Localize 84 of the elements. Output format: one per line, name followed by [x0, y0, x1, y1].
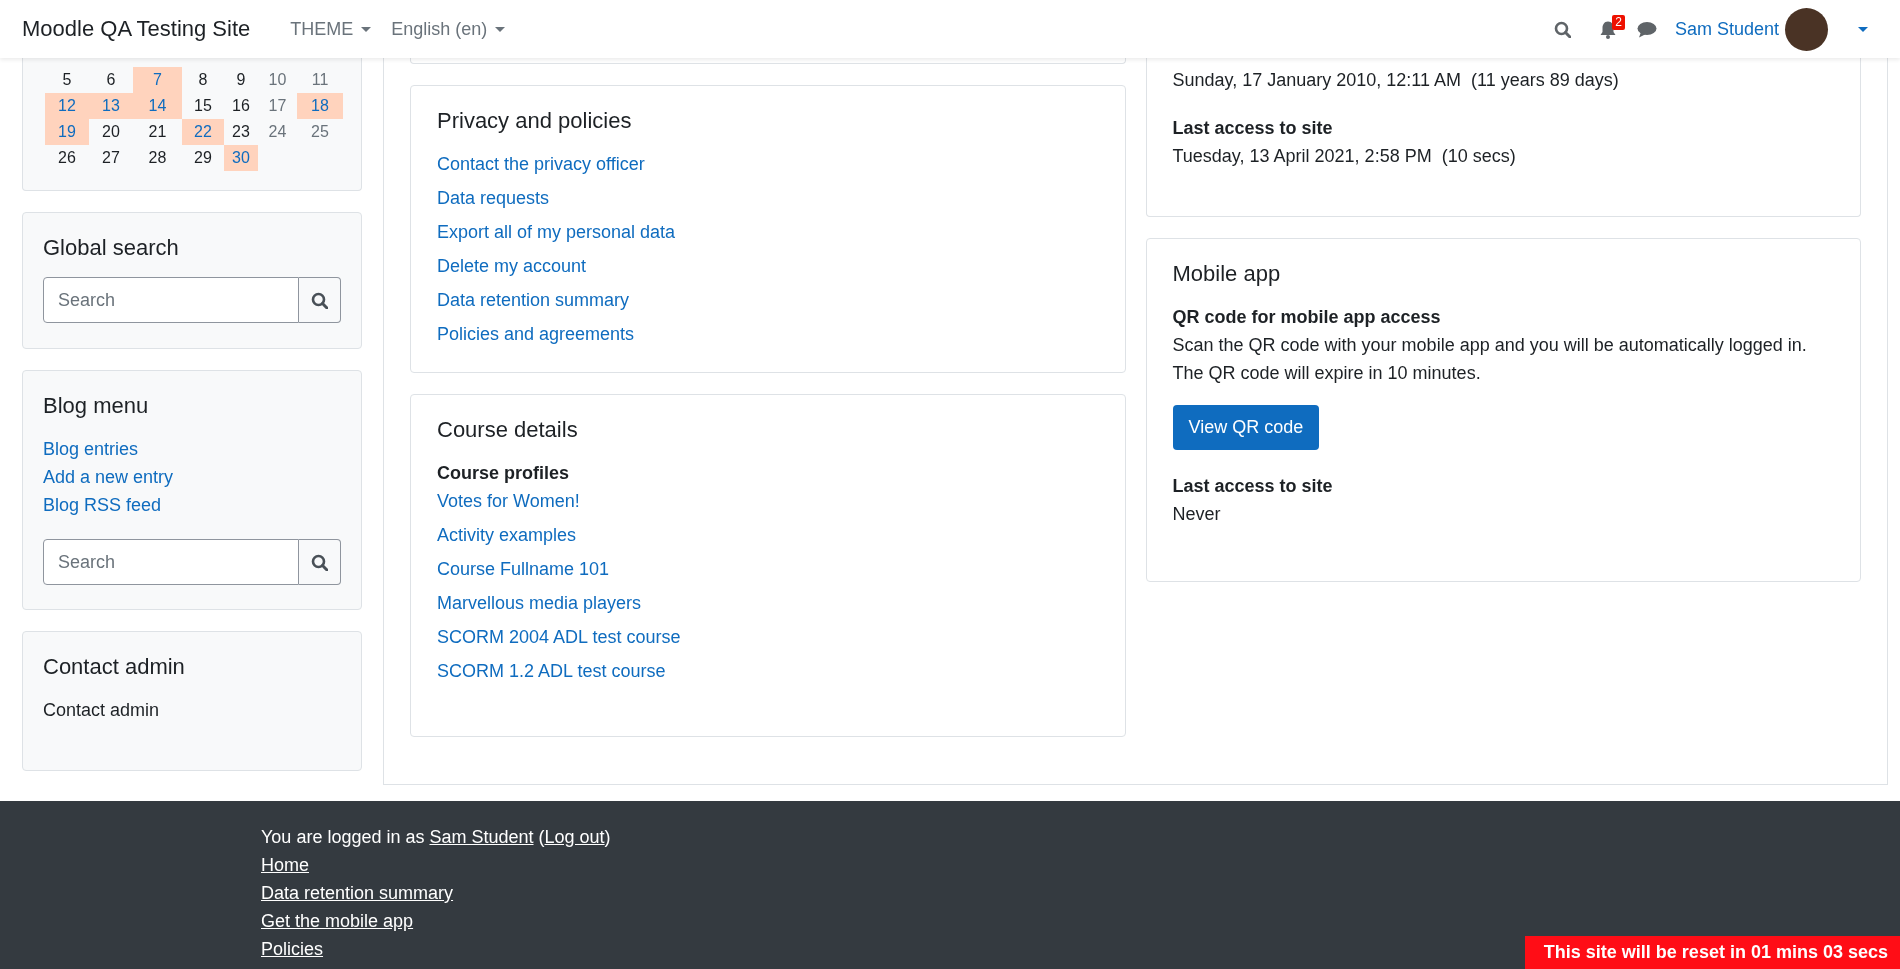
calendar-day: 15	[182, 93, 224, 119]
course-link[interactable]: Activity examples	[437, 521, 577, 550]
view-qr-button[interactable]: View QR code	[1172, 405, 1320, 451]
caret-icon	[495, 26, 506, 32]
field-label: Last access to site	[1172, 117, 1334, 140]
site-name[interactable]: Moodle QA Testing Site	[22, 16, 251, 42]
logout-link[interactable]: Log out	[544, 827, 605, 847]
notifications-button[interactable]: 2	[1588, 13, 1627, 45]
calendar-day: 27	[89, 145, 133, 171]
calendar-day: 25	[297, 119, 343, 145]
last-access-date: Tuesday, 13 April 2021, 2:58 PM (10 secs)	[1172, 145, 1517, 168]
card-title: Contact admin	[43, 654, 186, 681]
blog-link[interactable]: Blog RSS feed	[43, 491, 162, 520]
user-avatar[interactable]	[1785, 7, 1828, 51]
privacy-link[interactable]: Export all of my personal data	[437, 218, 676, 247]
privacy-link[interactable]: Data retention summary	[437, 286, 630, 315]
calendar-day: 16	[224, 93, 258, 119]
search-icon	[311, 291, 328, 309]
search-button[interactable]	[299, 277, 341, 324]
calendar-day[interactable]: 12	[45, 93, 89, 119]
first-access-date: Sunday, 17 January 2010, 12:11 AM (11 years 89 days)	[1172, 69, 1620, 92]
card-title: Blog menu	[43, 393, 150, 420]
card-title: Global search	[43, 235, 180, 262]
privacy-link[interactable]: Data requests	[437, 184, 550, 213]
calendar-day: 21	[133, 119, 182, 145]
calendar-day: 11	[297, 67, 343, 93]
dropdown-menu[interactable]: THEME	[280, 10, 382, 48]
calendar-day[interactable]: 18	[297, 93, 343, 119]
calendar-day: 24	[258, 119, 297, 145]
section-label: Course profiles	[437, 462, 571, 486]
footer-link[interactable]: Policies	[261, 939, 324, 959]
course-link[interactable]: Marvellous media players	[437, 589, 642, 618]
description-text: Scan the QR code with your mobile app and you will be automatically logged in. The QR code will expire in 10 minutes.	[1172, 334, 1808, 386]
search-field[interactable]: Search	[43, 539, 299, 586]
calendar-day[interactable]: 30	[224, 145, 258, 171]
dropdown-menu[interactable]: English (en)	[381, 10, 516, 48]
card-title: Privacy and policies	[437, 108, 633, 135]
contact-admin-link[interactable]: Contact admin	[43, 700, 160, 722]
user-profile-link[interactable]: Sam Student	[429, 827, 534, 847]
course-link[interactable]: SCORM 2004 ADL test course	[437, 623, 681, 652]
section-label: QR code for mobile app access	[1172, 306, 1442, 330]
privacy-link[interactable]: Policies and agreements	[437, 320, 635, 349]
last-access-value: Never	[1172, 503, 1222, 527]
calendar-day: 20	[89, 119, 133, 145]
calendar-day: 26	[45, 145, 89, 171]
calendar-day: 5	[45, 67, 89, 93]
calendar-day[interactable]: 14	[133, 93, 182, 119]
footer-link[interactable]: Home	[261, 855, 309, 875]
blog-link[interactable]: Add a new entry	[43, 463, 174, 492]
calendar-day[interactable]: 22	[182, 119, 224, 145]
card-title: Mobile app	[1172, 261, 1282, 288]
footer-link[interactable]: Data retention summary	[261, 883, 454, 903]
bell-icon	[1598, 19, 1617, 39]
login-info-text: You are logged in as Sam Student (Log out)	[261, 826, 612, 849]
card-title: Course details	[437, 417, 579, 444]
calendar-day[interactable]: 19	[45, 119, 89, 145]
calendar-day: 9	[224, 67, 258, 93]
field-label: Last access to site	[1172, 475, 1334, 499]
calendar-day: 10	[258, 67, 297, 93]
blog-link[interactable]: Blog entries	[43, 435, 139, 464]
speech-bubble-icon	[1636, 20, 1657, 38]
calendar-day: 28	[133, 145, 182, 171]
caret-icon	[361, 26, 372, 32]
footer-link[interactable]: Get the mobile app	[261, 911, 414, 931]
calendar-day[interactable]: 13	[89, 93, 133, 119]
calendar-day[interactable]: 7	[133, 67, 182, 93]
calendar-day: 17	[258, 93, 297, 119]
course-link[interactable]: Course Fullname 101	[437, 555, 610, 584]
calendar-day: 23	[224, 119, 258, 145]
course-link[interactable]: Votes for Women!	[437, 487, 580, 516]
notification-count: 2	[1612, 14, 1625, 30]
site-reset-banner: This site will be reset in 01 mins 03 secs	[1524, 936, 1900, 969]
calendar-day: 8	[182, 67, 224, 93]
search-button[interactable]	[299, 539, 341, 586]
search-icon	[311, 553, 328, 571]
search-field[interactable]: Search	[43, 277, 299, 324]
privacy-link[interactable]: Contact the privacy officer	[437, 150, 645, 179]
privacy-link[interactable]: Delete my account	[437, 252, 587, 281]
caret-icon	[1858, 26, 1868, 32]
calendar-day: 29	[182, 145, 224, 171]
search-icon	[1553, 20, 1571, 38]
user-name-link[interactable]: Sam Student	[1674, 18, 1779, 40]
calendar-day: 6	[89, 67, 133, 93]
course-link[interactable]: SCORM 1.2 ADL test course	[437, 657, 666, 686]
